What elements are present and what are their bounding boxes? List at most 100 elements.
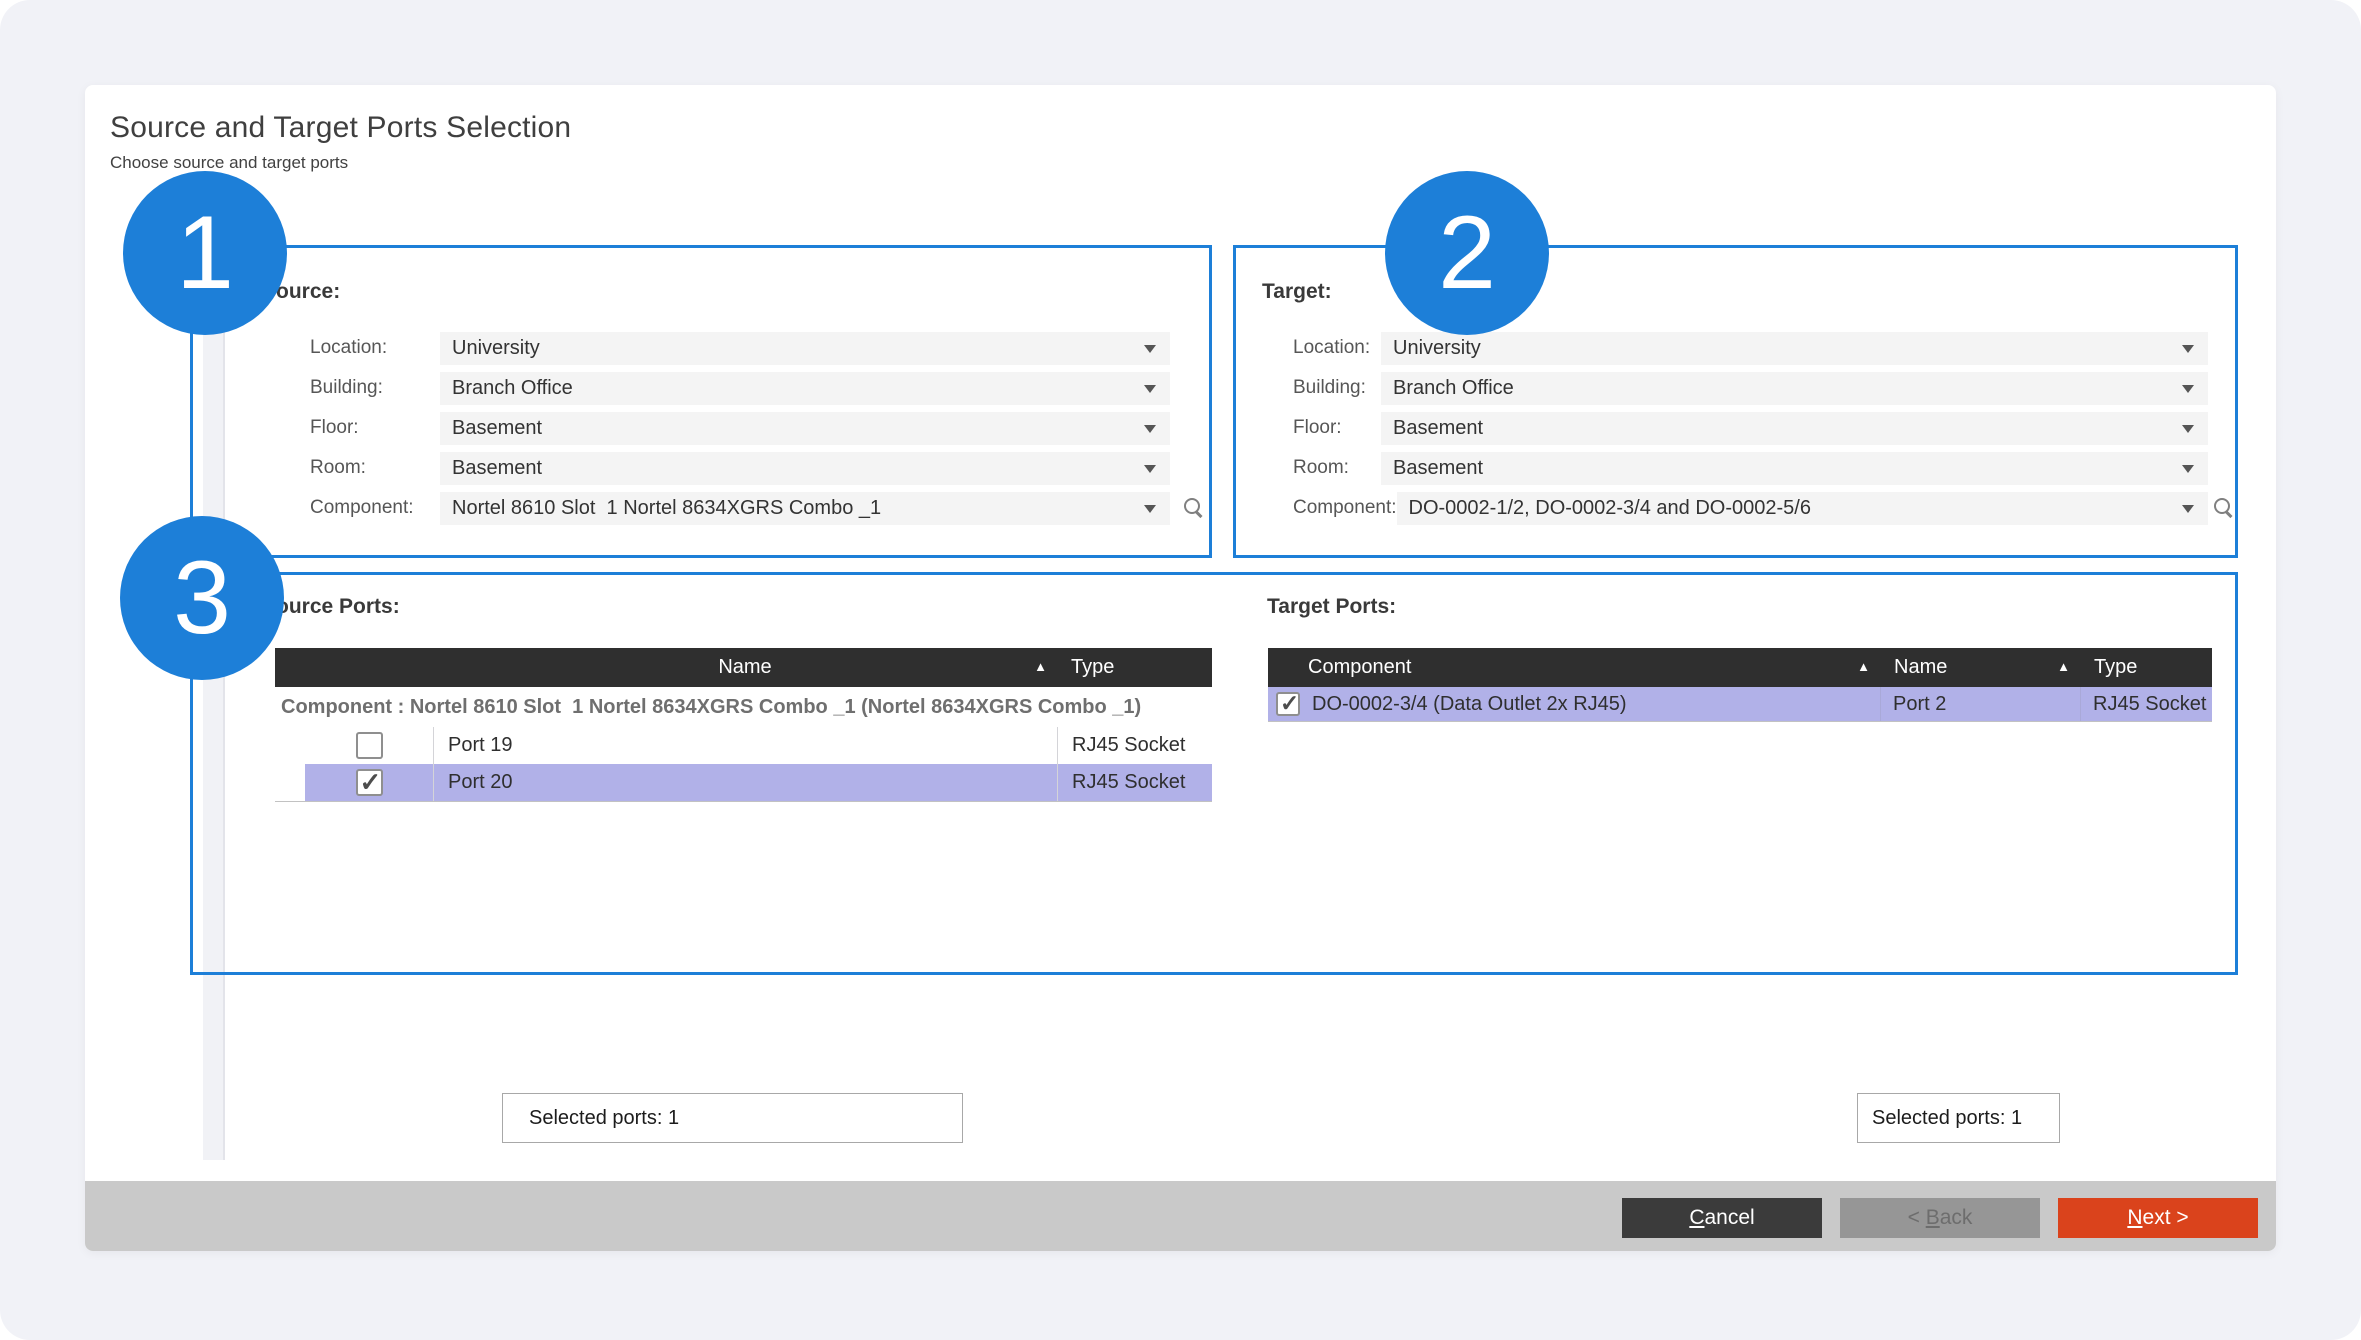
source-room-value: Basement — [440, 457, 542, 480]
source-building-value: Branch Office — [440, 377, 573, 400]
target-room-dropdown[interactable]: Basement — [1381, 452, 2208, 485]
target-floor-label: Floor: — [1293, 417, 1381, 439]
table-row-port-20[interactable]: Port 20 RJ45 Socket — [305, 764, 1212, 801]
source-room-row: Room: Basement — [310, 448, 1170, 488]
chevron-down-icon[interactable] — [2182, 345, 2194, 353]
source-location-value: University — [440, 337, 540, 360]
target-fields: Location: University Building: Branch Of… — [1293, 328, 2208, 528]
source-building-row: Building: Branch Office — [310, 368, 1170, 408]
source-component-label: Component: — [310, 497, 440, 519]
source-floor-dropdown[interactable]: Basement — [440, 412, 1170, 445]
target-building-row: Building: Branch Office — [1293, 368, 2208, 408]
table-row-port-19[interactable]: Port 19 RJ45 Socket — [305, 727, 1212, 764]
target-floor-dropdown[interactable]: Basement — [1381, 412, 2208, 445]
page-title: Source and Target Ports Selection — [110, 111, 571, 145]
chevron-down-icon[interactable] — [2182, 505, 2194, 513]
target-ports-rows: DO-0002-3/4 (Data Outlet 2x RJ45) Port 2… — [1268, 687, 2212, 722]
source-ports-rows: Port 19 RJ45 Socket Port 20 RJ45 Socket — [275, 727, 1212, 802]
source-room-dropdown[interactable]: Basement — [440, 452, 1170, 485]
target-ports-header-name[interactable]: Name ▲ — [1880, 648, 2080, 687]
do-0002-checkbox[interactable] — [1276, 692, 1300, 716]
chevron-down-icon[interactable] — [1144, 345, 1156, 353]
target-ports-header-type[interactable]: Type — [2080, 648, 2212, 687]
search-icon[interactable] — [2213, 497, 2235, 519]
source-ports-header-name[interactable]: Name ▲ — [433, 648, 1057, 687]
type-column-label: Type — [1071, 656, 1114, 679]
target-heading: Target: — [1262, 280, 1332, 304]
cancel-button[interactable]: Cancel — [1622, 1198, 1822, 1238]
target-component-value: DO-0002-1/2, DO-0002-3/4 and DO-0002-5/6 — [1397, 497, 1811, 520]
search-icon[interactable] — [1183, 497, 1205, 519]
target-floor-row: Floor: Basement — [1293, 408, 2208, 448]
annotation-badge-1: 1 — [123, 171, 287, 335]
page-background: Source and Target Ports Selection Choose… — [0, 0, 2361, 1340]
back-button[interactable]: < Back — [1840, 1198, 2040, 1238]
source-floor-value: Basement — [440, 417, 542, 440]
chevron-down-icon[interactable] — [1144, 425, 1156, 433]
port-19-checkbox[interactable] — [356, 732, 383, 759]
name-column-label: Name — [1894, 656, 1947, 679]
source-room-label: Room: — [310, 457, 440, 479]
chevron-down-icon[interactable] — [1144, 505, 1156, 513]
source-fields: Location: University Building: Branch Of… — [310, 328, 1170, 528]
source-component-dropdown[interactable]: Nortel 8610 Slot 1 Nortel 8634XGRS Combo… — [440, 492, 1170, 525]
source-selected-ports-summary: Selected ports: 1 — [502, 1093, 963, 1143]
chevron-down-icon[interactable] — [1144, 465, 1156, 473]
source-floor-label: Floor: — [310, 417, 440, 439]
target-room-label: Room: — [1293, 457, 1381, 479]
source-ports-header: Name ▲ Type — [275, 648, 1212, 687]
port-19-type-cell: RJ45 Socket — [1057, 727, 1212, 764]
component-column-label: Component — [1308, 656, 1411, 679]
target-selected-ports-summary: Selected ports: 1 — [1857, 1093, 2060, 1143]
next-button[interactable]: Next > — [2058, 1198, 2258, 1238]
chevron-down-icon[interactable] — [2182, 465, 2194, 473]
chevron-down-icon[interactable] — [2182, 385, 2194, 393]
source-building-dropdown[interactable]: Branch Office — [440, 372, 1170, 405]
source-ports-table: Name ▲ Type Component : Nortel 8610 Slot… — [275, 648, 1212, 802]
page-subtitle: Choose source and target ports — [110, 153, 348, 173]
target-component-label: Component: — [1293, 497, 1397, 519]
sort-asc-icon[interactable]: ▲ — [2057, 659, 2070, 674]
table-row-do-0002[interactable]: DO-0002-3/4 (Data Outlet 2x RJ45) Port 2… — [1268, 687, 2212, 721]
target-location-label: Location: — [1293, 337, 1381, 359]
chevron-down-icon[interactable] — [1144, 385, 1156, 393]
target-location-dropdown[interactable]: University — [1381, 332, 2208, 365]
target-room-value: Basement — [1381, 457, 1483, 480]
target-building-value: Branch Office — [1381, 377, 1514, 400]
target-ports-table: Component ▲ Name ▲ Type DO-0002-3/4 (Dat… — [1268, 648, 2212, 722]
target-component-row: Component: DO-0002-1/2, DO-0002-3/4 and … — [1293, 488, 2208, 528]
target-ports-heading: Target Ports: — [1267, 595, 1396, 619]
name-column-label: Name — [718, 656, 771, 679]
source-component-value: Nortel 8610 Slot 1 Nortel 8634XGRS Combo… — [440, 497, 881, 520]
annotation-badge-2: 2 — [1385, 171, 1549, 335]
port-20-type-cell: RJ45 Socket — [1057, 764, 1212, 801]
do-0002-component-label: DO-0002-3/4 (Data Outlet 2x RJ45) — [1312, 693, 1627, 716]
target-location-row: Location: University — [1293, 328, 2208, 368]
source-building-label: Building: — [310, 377, 440, 399]
target-building-dropdown[interactable]: Branch Office — [1381, 372, 2208, 405]
port-19-checkbox-cell — [305, 727, 433, 764]
wizard-dialog: Source and Target Ports Selection Choose… — [85, 85, 2276, 1251]
chevron-down-icon[interactable] — [2182, 425, 2194, 433]
source-location-label: Location: — [310, 337, 440, 359]
do-0002-component-cell: DO-0002-3/4 (Data Outlet 2x RJ45) — [1268, 687, 1880, 721]
port-20-checkbox[interactable] — [356, 769, 383, 796]
sort-asc-icon[interactable]: ▲ — [1857, 659, 1870, 674]
port-19-name-cell: Port 19 — [433, 727, 1057, 764]
source-floor-row: Floor: Basement — [310, 408, 1170, 448]
source-ports-header-checkbox-col — [275, 648, 433, 687]
source-location-dropdown[interactable]: University — [440, 332, 1170, 365]
target-floor-value: Basement — [1381, 417, 1483, 440]
target-component-dropdown[interactable]: DO-0002-1/2, DO-0002-3/4 and DO-0002-5/6 — [1397, 492, 2208, 525]
target-ports-header-component[interactable]: Component ▲ — [1268, 648, 1880, 687]
source-ports-header-type[interactable]: Type — [1057, 648, 1212, 687]
source-component-row: Component: Nortel 8610 Slot 1 Nortel 863… — [310, 488, 1170, 528]
component-group-row: Component : Nortel 8610 Slot 1 Nortel 86… — [275, 687, 1212, 727]
target-ports-header: Component ▲ Name ▲ Type — [1268, 648, 2212, 687]
footer-bar: Cancel < Back Next > — [85, 1181, 2276, 1251]
sort-asc-icon[interactable]: ▲ — [1034, 659, 1047, 674]
port-20-checkbox-cell — [305, 764, 433, 801]
type-column-label: Type — [2094, 656, 2137, 679]
do-0002-name-cell: Port 2 — [1880, 687, 2080, 721]
annotation-badge-3: 3 — [120, 516, 284, 680]
